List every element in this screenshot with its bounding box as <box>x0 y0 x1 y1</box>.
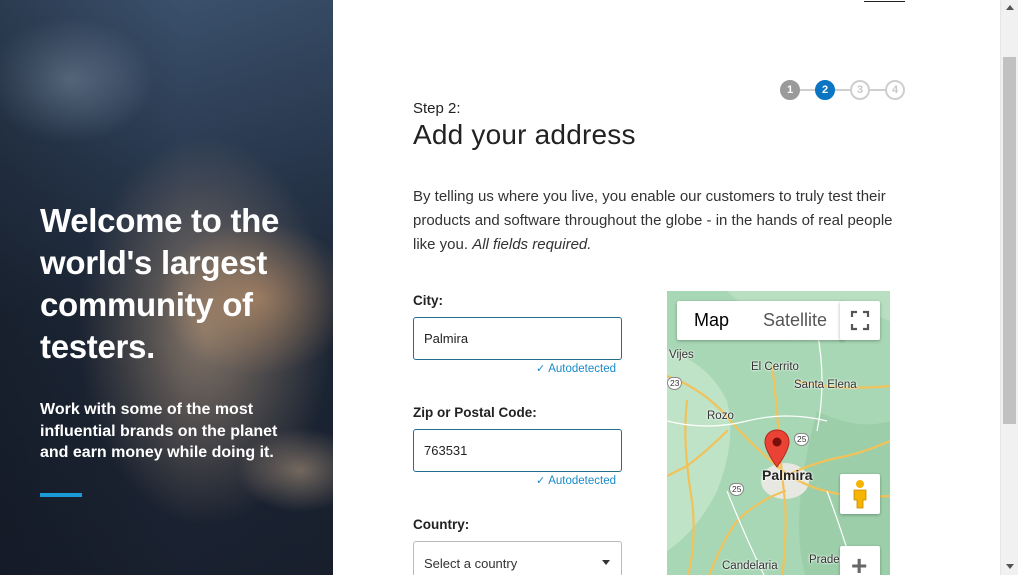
hero-title: Welcome to the world's largest community… <box>40 202 280 365</box>
map-type-control: Map Satellite <box>677 301 845 340</box>
hero-subtitle: Work with some of the most influential b… <box>40 401 278 461</box>
map-type-satellite-button[interactable]: Satellite <box>746 301 844 340</box>
step-2-indicator: 2 <box>815 80 835 100</box>
scrollbar-thumb[interactable] <box>1003 57 1016 424</box>
street-view-button[interactable] <box>840 474 880 514</box>
stepper-connector <box>869 89 886 91</box>
top-link-partial[interactable] <box>864 0 905 2</box>
country-select[interactable]: Select a country <box>413 541 622 575</box>
city-label: City: <box>413 293 443 308</box>
stepper-connector <box>799 89 816 91</box>
map-type-map-button[interactable]: Map <box>677 301 746 340</box>
check-icon: ✓ <box>536 363 546 375</box>
zip-input[interactable] <box>413 429 622 472</box>
zoom-in-icon: + <box>851 550 868 575</box>
intro-emphasis: All fields required. <box>472 236 592 253</box>
city-autodetected: ✓ Autodetected <box>536 362 616 375</box>
hero-accent-bar <box>40 493 82 497</box>
street-view-pegman-icon <box>853 480 867 509</box>
page-title: Add your address <box>413 119 636 150</box>
country-select-placeholder: Select a country <box>424 556 518 571</box>
country-label: Country: <box>413 517 470 532</box>
step-4-indicator: 4 <box>885 80 905 100</box>
map-label-santa-elena: Santa Elena <box>794 379 857 391</box>
map-label-el-cerrito: El Cerrito <box>751 361 799 373</box>
zip-autodetected-label: Autodetected <box>548 475 616 487</box>
city-autodetected-label: Autodetected <box>548 363 616 375</box>
map-label-vijes: Vijes <box>669 349 694 361</box>
map-label-prade: Prade <box>809 554 840 566</box>
location-pin-icon[interactable] <box>764 429 790 469</box>
scroll-down-arrow-icon[interactable] <box>1006 564 1014 569</box>
hero-panel: Welcome to the world's largest community… <box>0 0 333 575</box>
progress-stepper: 1 2 3 4 <box>780 80 906 100</box>
map-label-rozo: Rozo <box>707 410 734 422</box>
page-scrollbar[interactable] <box>1000 0 1018 575</box>
check-icon: ✓ <box>536 475 546 487</box>
step-kicker: Step 2: <box>413 100 461 117</box>
fullscreen-icon <box>850 310 870 331</box>
intro-text: By telling us where you live, you enable… <box>413 185 893 257</box>
map-label-palmira: Palmira <box>762 467 813 483</box>
stepper-connector <box>834 89 851 91</box>
scroll-up-arrow-icon[interactable] <box>1006 5 1014 10</box>
zip-autodetected: ✓ Autodetected <box>536 474 616 487</box>
zoom-in-button[interactable]: + <box>840 546 880 575</box>
city-input[interactable] <box>413 317 622 360</box>
location-map[interactable]: Ginebra Vijes El Cerrito Santa Elena Roz… <box>667 291 890 575</box>
step-3-indicator: 3 <box>850 80 870 100</box>
map-label-candelaria: Candelaria <box>722 560 778 572</box>
step-1-indicator: 1 <box>780 80 800 100</box>
zip-label: Zip or Postal Code: <box>413 405 537 420</box>
chevron-down-icon <box>602 560 610 565</box>
fullscreen-button[interactable] <box>840 301 880 340</box>
